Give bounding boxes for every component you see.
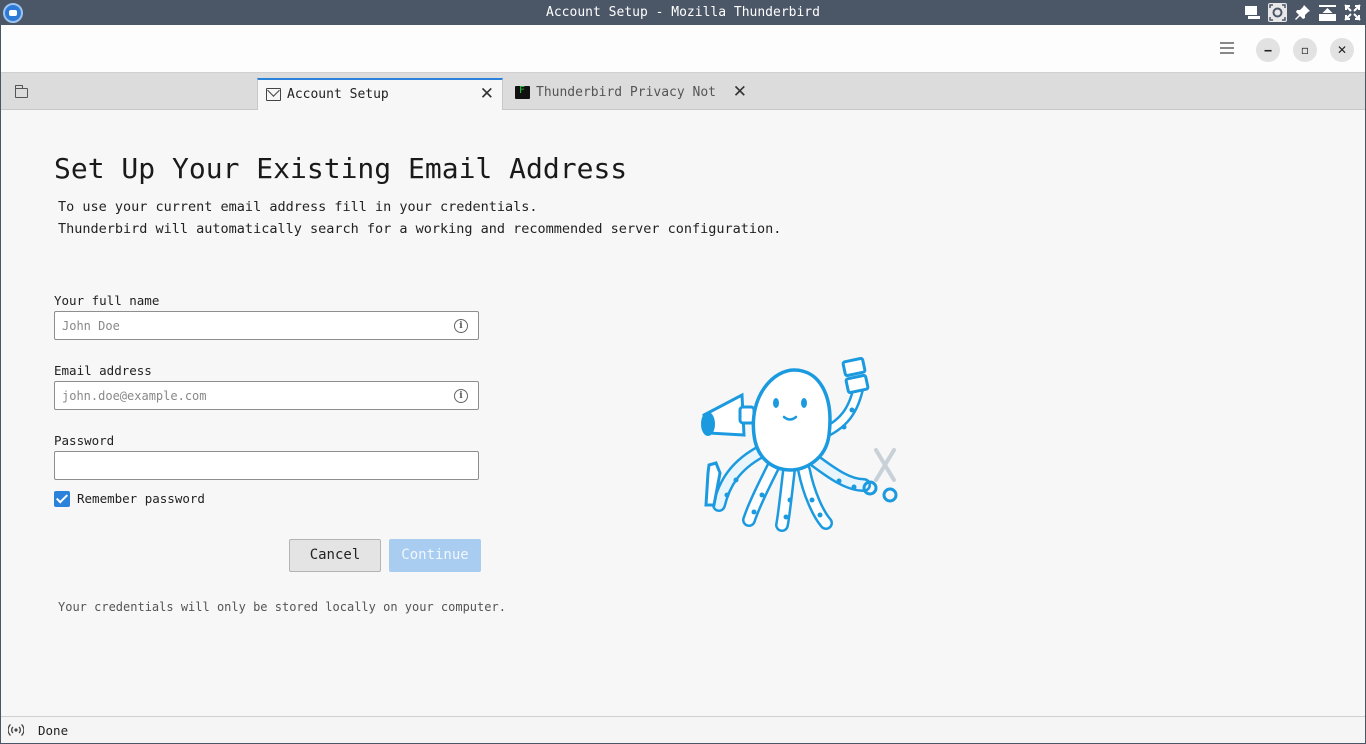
mail-setup-icon	[266, 88, 281, 101]
info-icon[interactable]: i	[454, 389, 468, 403]
password-input[interactable]	[55, 452, 475, 479]
maximize-button[interactable]: ▫	[1293, 38, 1317, 62]
cancel-button[interactable]: Cancel	[289, 539, 381, 572]
tab-mail-folders[interactable]	[1, 73, 256, 109]
pin-icon[interactable]	[1293, 3, 1312, 22]
os-titlebar: Account Setup - Mozilla Thunderbird	[0, 0, 1366, 25]
online-status-icon[interactable]	[8, 723, 24, 737]
octopus-mascot-illustration	[701, 356, 898, 532]
description-line-1: To use your current email address fill i…	[58, 199, 538, 215]
window-list-icon[interactable]	[1243, 3, 1262, 22]
info-icon[interactable]: i	[454, 319, 468, 333]
fullscreen-icon[interactable]	[1343, 3, 1362, 22]
app-toolbar: ‒ ▫ ✕	[1, 25, 1365, 73]
full-name-label: Your full name	[54, 293, 160, 308]
close-button[interactable]: ✕	[1330, 38, 1354, 62]
os-window-controls	[1243, 3, 1362, 22]
credentials-note: Your credentials will only be stored loc…	[58, 600, 506, 614]
password-label: Password	[54, 433, 115, 448]
minimize-button[interactable]: ‒	[1256, 38, 1280, 62]
description-line-2: Thunderbird will automatically search fo…	[58, 221, 782, 237]
email-input[interactable]	[55, 382, 445, 409]
thunderbird-window: ‒ ▫ ✕ Account Setup ✕ Thunderbird Privac…	[1, 25, 1365, 743]
email-label: Email address	[54, 363, 152, 378]
tab-privacy-notice[interactable]: Thunderbird Privacy Notice — ✕	[507, 78, 755, 110]
continue-button[interactable]: Continue	[389, 539, 481, 572]
window-title: Account Setup - Mozilla Thunderbird	[546, 5, 820, 20]
maximize-icon[interactable]	[1318, 3, 1337, 22]
folder-icon	[14, 85, 28, 98]
page-title: Set Up Your Existing Email Address	[54, 152, 628, 185]
tab-label: Account Setup	[287, 87, 389, 102]
account-setup-page: Set Up Your Existing Email Address To us…	[1, 110, 1365, 716]
status-bar: Done	[1, 716, 1365, 743]
password-field-wrapper	[54, 451, 479, 480]
full-name-input[interactable]	[55, 312, 445, 339]
remember-password-label[interactable]: Remember password	[77, 491, 205, 506]
tab-label: Thunderbird Privacy Notice —	[536, 85, 716, 100]
tab-account-setup[interactable]: Account Setup ✕	[257, 78, 503, 110]
terminal-icon	[515, 85, 530, 99]
hamburger-menu-icon[interactable]	[1220, 42, 1234, 54]
screenshot-icon[interactable]	[1268, 3, 1287, 22]
close-tab-icon[interactable]: ✕	[480, 84, 494, 104]
status-text: Done	[38, 723, 69, 738]
close-tab-icon[interactable]: ✕	[733, 82, 747, 102]
full-name-field-wrapper: i	[54, 311, 479, 340]
remember-password-checkbox[interactable]	[54, 491, 70, 507]
tab-bar: Account Setup ✕ Thunderbird Privacy Noti…	[1, 73, 1365, 110]
email-field-wrapper: i	[54, 381, 479, 410]
